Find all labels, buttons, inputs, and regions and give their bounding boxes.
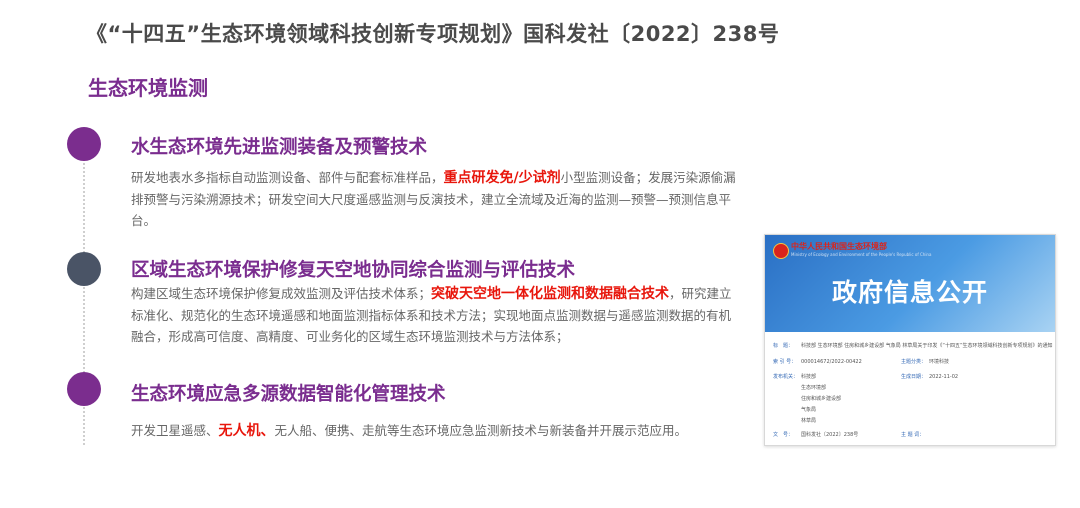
item-3-heading: 生态环境应急多源数据智能化管理技术 bbox=[131, 384, 446, 405]
item-3-highlight: 无人机、 bbox=[218, 423, 275, 439]
doc-row-value-2: 环境科技 bbox=[929, 359, 950, 365]
doc-row-issuer-2: 生态环境部 bbox=[773, 384, 826, 391]
timeline-dot-1 bbox=[67, 127, 101, 161]
doc-row-issuer-5: 林草局 bbox=[773, 417, 816, 424]
doc-row-value: 科技部 bbox=[801, 374, 817, 380]
doc-row-number: 文 号： 国科发社〔2022〕238号 主 题 词： bbox=[773, 431, 929, 438]
item-2-heading: 区域生态环境保护修复天空地协同综合监测与评估技术 bbox=[131, 260, 576, 281]
item-2-highlight: 突破天空地一体化监测和数据融合技术 bbox=[431, 286, 670, 302]
banner-title: 政府信息公开 bbox=[831, 278, 988, 307]
doc-row-key: 索 引 号： bbox=[773, 359, 797, 365]
doc-row-issuer-4: 气象局 bbox=[773, 406, 816, 413]
item-1-text-before: 研发地表水多指标自动监测设备、部件与配套标准样品， bbox=[131, 170, 444, 185]
doc-row-index: 索 引 号： 000014672/2022-00422 主题分类： 环境科技 bbox=[773, 358, 949, 365]
doc-row-key-2: 主 题 词： bbox=[901, 432, 925, 438]
item-2-text-before: 构建区域生态环境保护修复成效监测及评估技术体系； bbox=[131, 286, 432, 301]
item-3-text-before: 开发卫星遥感、 bbox=[131, 423, 219, 438]
doc-row-value: 林草局 bbox=[801, 418, 817, 424]
national-emblem-icon bbox=[773, 243, 789, 259]
gov-info-screenshot: 中华人民共和国生态环境部 Ministry of Ecology and Env… bbox=[764, 234, 1056, 446]
ministry-name-en: Ministry of Ecology and Environment of t… bbox=[791, 252, 932, 257]
item-3-text-after: 无人船、便携、走航等生态环境应急监测新技术与新装备并开展示范应用。 bbox=[274, 423, 688, 438]
doc-row-issuer: 发布机关： 科技部 生成日期： 2022-11-02 bbox=[773, 373, 958, 380]
doc-row-key-2: 主题分类： bbox=[901, 359, 927, 365]
section-title: 生态环境监测 bbox=[88, 76, 208, 100]
doc-row-title: 标 题： 科技部 生态环境部 住房和城乡建设部 气象局 林草局关于印发《“十四五”… bbox=[773, 342, 1053, 349]
timeline-dot-2 bbox=[67, 252, 101, 286]
doc-row-key: 文 号： bbox=[773, 432, 794, 438]
doc-row-issuer-3: 住房和城乡建设部 bbox=[773, 395, 841, 402]
doc-row-key: 发布机关： bbox=[773, 374, 799, 380]
doc-row-key: 标 题： bbox=[773, 343, 794, 349]
ministry-name: 中华人民共和国生态环境部 bbox=[791, 242, 887, 251]
doc-row-value-2: 2022-11-02 bbox=[929, 374, 959, 380]
doc-row-value: 生态环境部 bbox=[801, 385, 827, 391]
timeline-dot-3 bbox=[67, 372, 101, 406]
doc-row-value: 住房和城乡建设部 bbox=[801, 396, 842, 402]
doc-row-value: 气象局 bbox=[801, 407, 817, 413]
item-1-text: 研发地表水多指标自动监测设备、部件与配套标准样品，重点研发免/少试剂小型监测设备… bbox=[131, 167, 741, 231]
item-1-heading: 水生态环境先进监测装备及预警技术 bbox=[131, 137, 428, 158]
item-3-text: 开发卫星遥感、无人机、无人船、便携、走航等生态环境应急监测新技术与新装备并开展示… bbox=[131, 420, 761, 442]
doc-row-value: 国科发社〔2022〕238号 bbox=[801, 432, 859, 438]
doc-row-value: 000014672/2022-00422 bbox=[801, 359, 862, 365]
item-2-text: 构建区域生态环境保护修复成效监测及评估技术体系；突破天空地一体化监测和数据融合技… bbox=[131, 283, 741, 347]
card-banner: 中华人民共和国生态环境部 Ministry of Ecology and Env… bbox=[765, 235, 1055, 332]
doc-row-key-2: 生成日期： bbox=[901, 374, 927, 380]
doc-row-value: 科技部 生态环境部 住房和城乡建设部 气象局 林草局关于印发《“十四五”生态环境… bbox=[801, 343, 1053, 349]
item-1-highlight: 重点研发免/少试剂 bbox=[443, 170, 561, 186]
page-title: 《“十四五”生态环境领域科技创新专项规划》国科发社〔2022〕238号 bbox=[86, 22, 780, 46]
